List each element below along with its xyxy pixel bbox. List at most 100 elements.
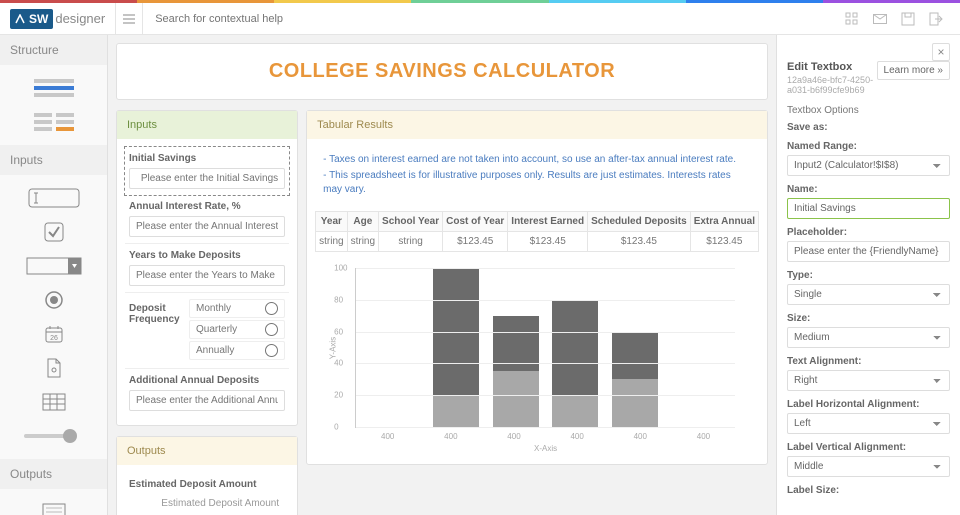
- exit-icon[interactable]: [922, 3, 950, 35]
- learn-more-button[interactable]: Learn more »: [877, 61, 950, 80]
- input-initial-savings-row[interactable]: Initial Savings: [124, 146, 290, 196]
- bar-group: [552, 268, 598, 427]
- save-as-label: Save as:: [787, 122, 828, 133]
- additional-label: Additional Annual Deposits: [129, 375, 285, 386]
- size-select[interactable]: Medium: [787, 327, 950, 348]
- freq-quarterly[interactable]: Quarterly: [189, 320, 285, 339]
- save-icon[interactable]: [894, 3, 922, 35]
- logo-text-sw: SW: [29, 12, 48, 26]
- placeholder-label: Placeholder:: [787, 227, 950, 238]
- widget-textbox[interactable]: [24, 184, 84, 212]
- widget-datepicker[interactable]: 26: [24, 320, 84, 348]
- widget-row-orange[interactable]: [24, 108, 84, 136]
- text-align-select[interactable]: Right: [787, 370, 950, 391]
- input-years-row[interactable]: Years to Make Deposits: [125, 244, 289, 293]
- chart-ytick: 20: [334, 391, 343, 400]
- logo: SW designer: [0, 3, 115, 34]
- lha-select[interactable]: Left: [787, 413, 950, 434]
- table-header: Scheduled Deposits: [588, 212, 691, 232]
- props-title: Edit Textbox: [787, 61, 877, 73]
- table-cell: $123.45: [443, 232, 508, 252]
- named-range-label: Named Range:: [787, 141, 950, 152]
- initial-savings-label: Initial Savings: [129, 153, 285, 164]
- chart-xtick: 400: [570, 432, 583, 441]
- widget-text-output[interactable]: [24, 498, 84, 515]
- tabular-panel-header: Tabular Results: [307, 111, 767, 139]
- properties-panel: × Edit Textbox 12a9a46e-bfc7-4250-a031-b…: [776, 35, 960, 515]
- note-2: - This spreadsheet is for illustrative p…: [323, 169, 751, 197]
- lva-select[interactable]: Middle: [787, 456, 950, 477]
- table-header: School Year: [379, 212, 443, 232]
- chart-xtick: 400: [634, 432, 647, 441]
- table-header: Cost of Year: [443, 212, 508, 232]
- additional-input[interactable]: [129, 390, 285, 411]
- widget-checkbox[interactable]: [24, 218, 84, 246]
- annual-rate-input[interactable]: [129, 216, 285, 237]
- widget-radio[interactable]: [24, 286, 84, 314]
- canvas: COLLEGE SAVINGS CALCULATOR Inputs Initia…: [108, 35, 776, 515]
- text-align-label: Text Alignment:: [787, 356, 950, 367]
- widget-file[interactable]: [24, 354, 84, 382]
- hamburger-icon[interactable]: [115, 3, 143, 35]
- chart-ylabel: Y-Axis: [329, 336, 338, 358]
- est-deposit-value: Estimated Deposit Amount: [129, 494, 285, 513]
- chart-container[interactable]: Y-Axis X-Axis 02040608010040040040040040…: [315, 264, 759, 456]
- type-select[interactable]: Single: [787, 284, 950, 305]
- named-range-select[interactable]: Input2 (Calculator!$I$8): [787, 155, 950, 176]
- rainbow-bar: [0, 0, 960, 3]
- est-deposit-row[interactable]: Estimated Deposit Amount Estimated Depos…: [125, 473, 289, 515]
- sidebar-section-inputs: Inputs: [0, 145, 107, 175]
- sidebar-section-structure: Structure: [0, 35, 107, 65]
- placeholder-input[interactable]: [787, 241, 950, 262]
- props-section-header: Textbox Options: [787, 105, 950, 116]
- widget-table-input[interactable]: [24, 388, 84, 416]
- initial-savings-input[interactable]: [129, 168, 285, 189]
- table-cell: string: [347, 232, 378, 252]
- chart-ytick: 100: [334, 264, 347, 273]
- table-header: Interest Earned: [508, 212, 588, 232]
- name-label: Name:: [787, 184, 950, 195]
- frequency-label: Deposit Frequency: [129, 299, 189, 325]
- years-input[interactable]: [129, 265, 285, 286]
- table-cell: string: [379, 232, 443, 252]
- bar-group: [672, 268, 718, 427]
- freq-monthly-label: Monthly: [196, 303, 231, 314]
- topbar: SW designer: [0, 3, 960, 35]
- top-icons: [838, 3, 960, 35]
- note-1: - Taxes on interest earned are not taken…: [323, 153, 751, 167]
- table-cell: string: [316, 232, 347, 252]
- lsize-label: Label Size:: [787, 485, 950, 496]
- page-title: COLLEGE SAVINGS CALCULATOR: [133, 60, 751, 83]
- table-cell: $123.45: [690, 232, 758, 252]
- years-label: Years to Make Deposits: [129, 250, 285, 261]
- annual-rate-label: Annual Interest Rate, %: [129, 201, 285, 212]
- close-icon[interactable]: ×: [932, 43, 950, 61]
- logo-badge: SW: [10, 9, 53, 29]
- outputs-panel: Outputs Estimated Deposit Amount Estimat…: [116, 436, 298, 515]
- inputs-panel-header: Inputs: [117, 111, 297, 139]
- widget-slider[interactable]: [24, 422, 84, 450]
- freq-monthly[interactable]: Monthly: [189, 299, 285, 318]
- input-annual-rate-row[interactable]: Annual Interest Rate, %: [125, 195, 289, 244]
- mail-icon[interactable]: [866, 3, 894, 35]
- freq-quarterly-label: Quarterly: [196, 324, 237, 335]
- notes: - Taxes on interest earned are not taken…: [315, 147, 759, 205]
- lha-label: Label Horizontal Alignment:: [787, 399, 950, 410]
- freq-annually[interactable]: Annually: [189, 341, 285, 360]
- chart-xtick: 400: [381, 432, 394, 441]
- logo-text-designer: designer: [55, 11, 105, 26]
- table-header: Year: [316, 212, 347, 232]
- chart-xlabel: X-Axis: [534, 444, 557, 453]
- outputs-panel-header: Outputs: [117, 437, 297, 465]
- grid-icon[interactable]: [838, 3, 866, 35]
- table-header: Age: [347, 212, 378, 232]
- widget-dropdown[interactable]: [24, 252, 84, 280]
- table-cell: $123.45: [508, 232, 588, 252]
- title-card[interactable]: COLLEGE SAVINGS CALCULATOR: [116, 43, 768, 100]
- input-additional-row[interactable]: Additional Annual Deposits: [125, 369, 289, 417]
- widget-row-blue[interactable]: [24, 74, 84, 102]
- input-frequency-row[interactable]: Deposit Frequency Monthly Quarterly Annu…: [125, 293, 289, 369]
- search-input[interactable]: [155, 13, 826, 25]
- name-input[interactable]: [787, 198, 950, 219]
- est-deposit-label: Estimated Deposit Amount: [129, 479, 285, 490]
